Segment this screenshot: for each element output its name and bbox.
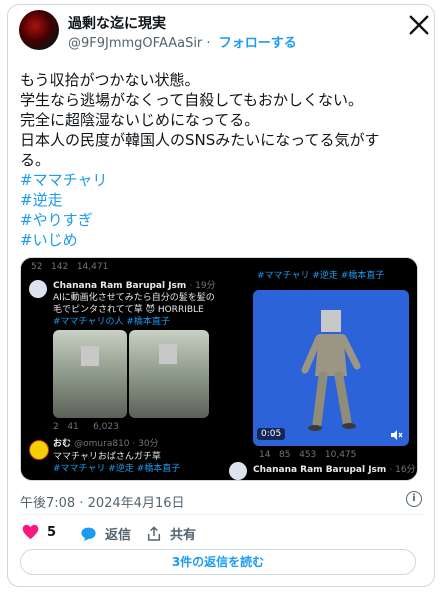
author-handle[interactable]: @9F9JmmgOFAAaSir	[68, 36, 202, 51]
hashtag-link[interactable]: #やりすぎ	[20, 210, 420, 230]
screenshot-post-text: 毛でピンタされてて草 😈 HORRIBLE	[53, 305, 204, 315]
author-handle-row: @9F9JmmgOFAAaSir · フォローする	[68, 32, 297, 51]
tweet-line: 日本人の民度が韓国人のSNSみたいになってる気がす	[20, 131, 380, 149]
read-replies-button[interactable]: 3件の返信を読む	[20, 549, 416, 575]
hashtag-link[interactable]: #逆走	[20, 190, 420, 210]
reply-label: 返信	[105, 528, 132, 543]
hashtag-link[interactable]: #ママチャリ	[20, 170, 420, 190]
mute-icon[interactable]	[389, 428, 403, 442]
author-avatar[interactable]	[19, 10, 59, 50]
screenshot-post-name: おむ @omura810 · 30分	[53, 439, 159, 449]
share-label: 共有	[170, 528, 197, 543]
video-duration: 0:05	[257, 428, 286, 440]
screenshot-photo	[53, 330, 127, 418]
share-button[interactable]: 共有	[146, 524, 196, 543]
divider	[20, 514, 424, 515]
like-count: 5	[47, 524, 57, 540]
screenshot-avatar	[229, 462, 247, 480]
tweet-line: 学生なら逃場がなくって自殺してもおかしくない。	[20, 91, 364, 109]
screenshot-stats: 14 85 453 10,475	[259, 450, 357, 460]
screenshot-avatar	[29, 280, 47, 298]
screenshot-post-tags: #ママチャリの人 #橋本直子	[53, 317, 170, 327]
tweet-timestamp[interactable]: 午後7:08 · 2024年4月16日	[20, 492, 185, 511]
x-logo-icon[interactable]	[408, 14, 430, 36]
screenshot-post-tags: #ママチャリ #逆走 #橋本直子	[257, 271, 385, 281]
heart-icon	[22, 524, 39, 540]
like-button[interactable]: 5	[22, 524, 56, 540]
screenshot-photo	[129, 330, 209, 418]
info-icon[interactable]: i	[406, 491, 422, 507]
reply-button[interactable]: 返信	[80, 524, 131, 543]
tweet-line: もう収拾がつかない状態。	[20, 71, 200, 89]
screenshot-avatar	[29, 440, 49, 460]
tweet-line: る。	[20, 151, 51, 169]
screenshot-stats-bottom: 2 41 6,023	[53, 422, 119, 432]
face-blur	[159, 344, 177, 364]
share-icon	[147, 525, 161, 541]
screenshot-post-name: Chanana Ram Barupal Jsm · 16分	[253, 465, 416, 475]
media-image-left[interactable]: 52 142 14,471 Chanana Ram Barupal Jsm · …	[21, 258, 218, 480]
separator-dot: ·	[206, 36, 211, 51]
video-person	[301, 310, 361, 431]
screenshot-stats-top: 52 142 14,471	[31, 262, 109, 272]
screenshot-post-tags: #ママチャリ #逆走 #橋本直子	[53, 464, 181, 474]
hashtag-link[interactable]: #いじめ	[20, 230, 420, 250]
media-grid: 52 142 14,471 Chanana Ram Barupal Jsm · …	[20, 257, 418, 481]
tweet-text: もう収拾がつかない状態。 学生なら逃場がなくって自殺してもおかしくない。 完全に…	[20, 70, 420, 250]
reply-icon	[81, 527, 96, 541]
face-blur	[81, 346, 99, 366]
screenshot-post-text: ママチャリおばさんガチ草	[53, 452, 161, 462]
screenshot-post-name: Chanana Ram Barupal Jsm · 19分	[53, 281, 216, 291]
screenshot-post-text: AIに動画化させてみたら自分の髪を髪の	[53, 293, 215, 303]
author-name[interactable]: 過剰な迄に現実	[68, 13, 166, 33]
tweet-line: 完全に超陰湿ないじめになってる。	[20, 111, 260, 129]
media-video-right[interactable]: #ママチャリ #逆走 #橋本直子 0:05 14 85 453 10,475 C…	[221, 258, 417, 480]
follow-button[interactable]: フォローする	[219, 36, 297, 51]
video-frame[interactable]: 0:05	[253, 290, 409, 446]
